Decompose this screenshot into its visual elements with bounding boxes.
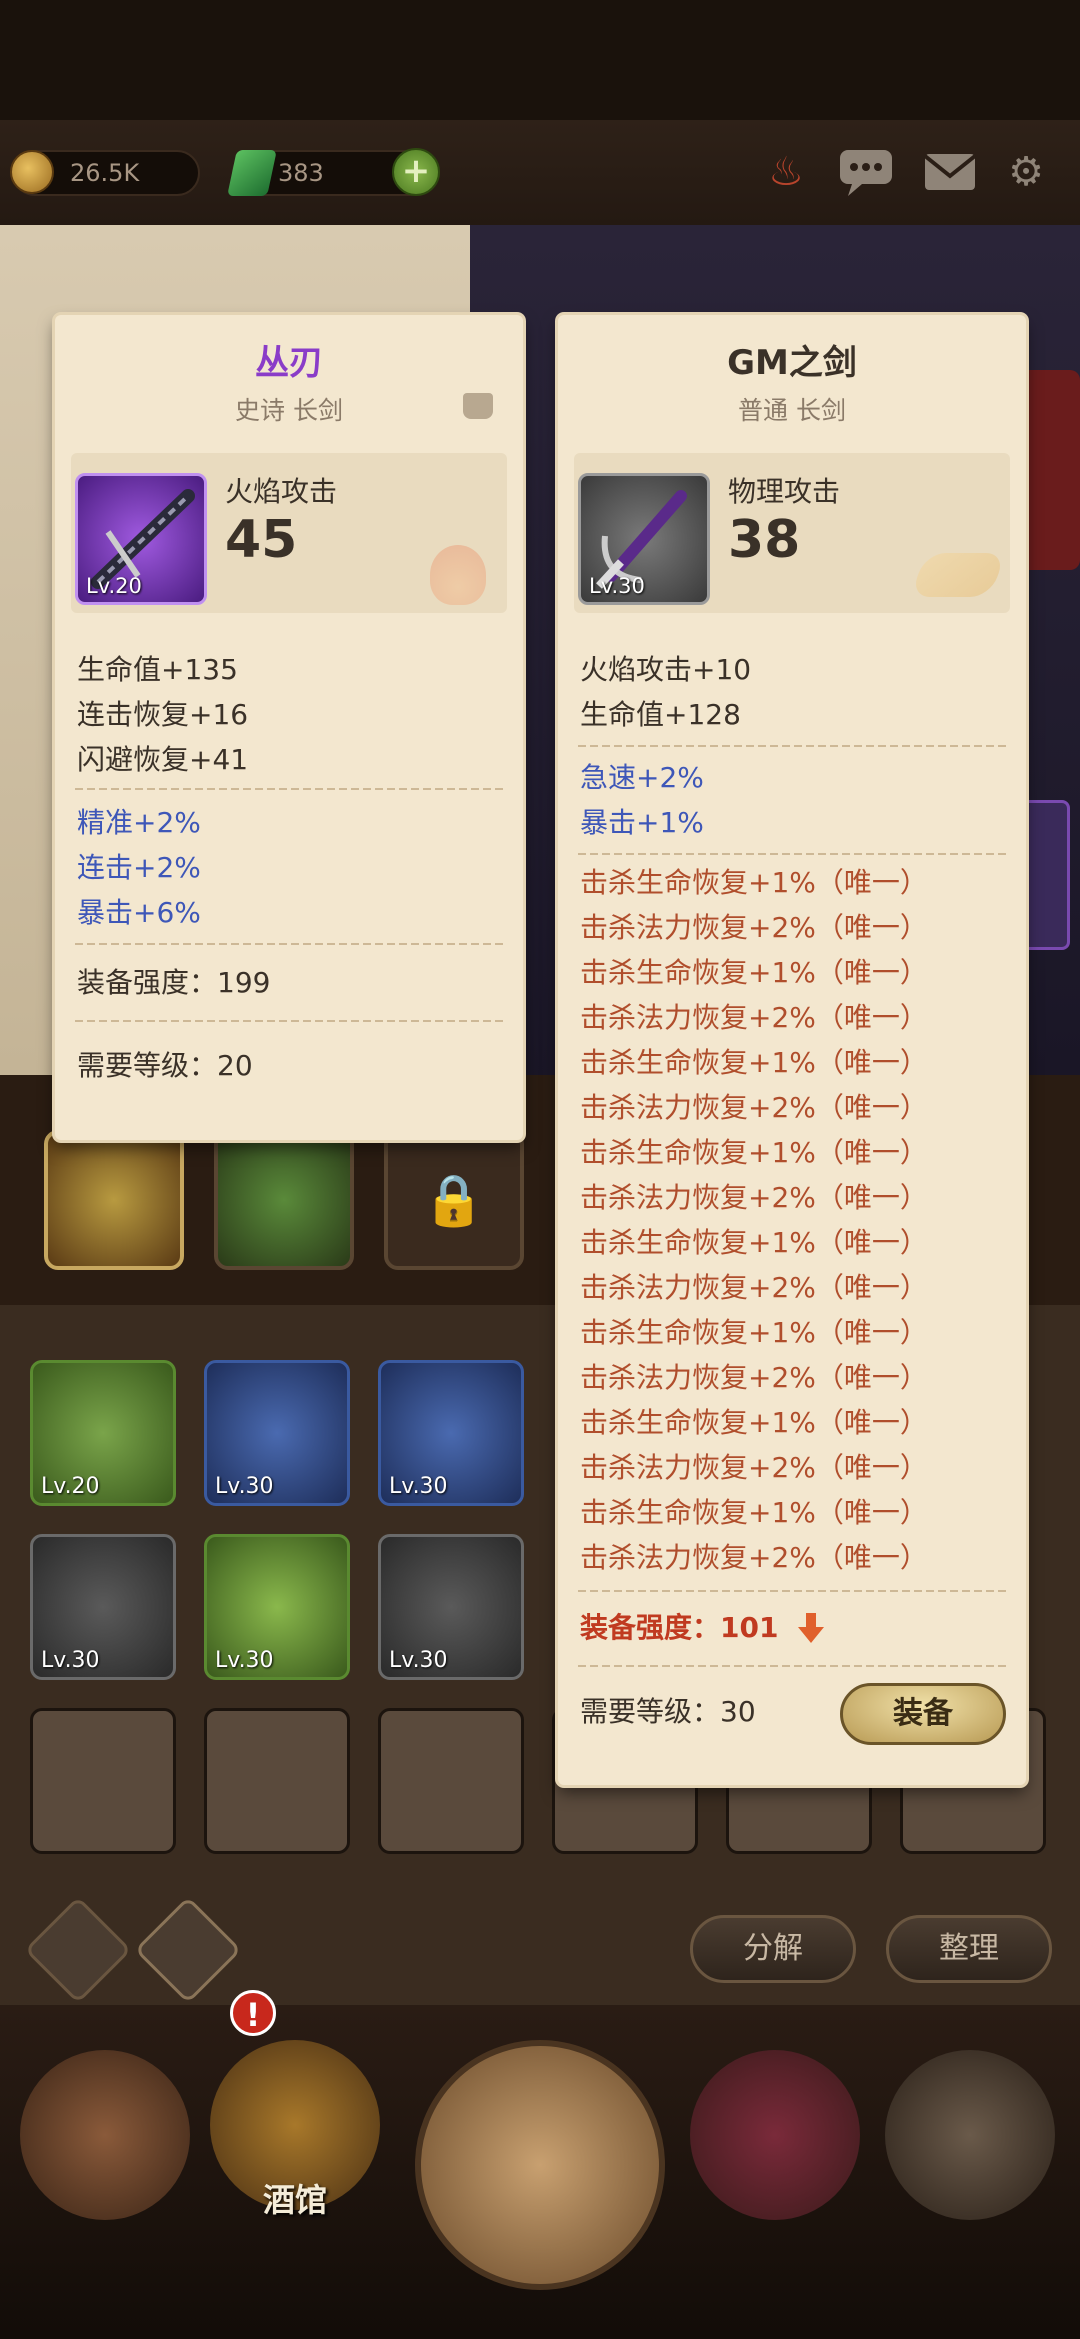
- divider: [75, 1020, 503, 1022]
- unique-stat: 击杀生命恢复+1%（唯一）: [580, 866, 928, 899]
- item-level: Lv.20: [86, 574, 142, 598]
- fire-element-icon: [430, 545, 486, 605]
- empty-inventory-slot[interactable]: [378, 1708, 524, 1854]
- nav-town-icon[interactable]: [20, 2050, 190, 2220]
- locked-hero-slot: 🔒: [384, 1130, 524, 1270]
- inventory-slot[interactable]: Lv.30: [204, 1360, 350, 1506]
- inventory-slot[interactable]: Lv.30: [378, 1360, 524, 1506]
- inventory-slot[interactable]: Lv.30: [30, 1534, 176, 1680]
- gem-amount: 383: [278, 159, 324, 187]
- base-stat: 闪避恢复+41: [77, 743, 249, 776]
- unique-stat: 击杀法力恢复+2%（唯一）: [580, 1271, 928, 1304]
- unique-stat: 击杀生命恢复+1%（唯一）: [580, 1226, 928, 1259]
- compared-item-card: GM之剑 普通 长剑 Lv.30 物理攻击 38 火焰攻击+10 生命值+128…: [558, 315, 1026, 1785]
- unique-stat: 击杀生命恢复+1%（唯一）: [580, 1046, 928, 1079]
- slot-level: Lv.30: [389, 1474, 448, 1499]
- main-stat-value: 45: [225, 510, 298, 570]
- helmet-icon: [463, 393, 493, 419]
- slot-level: Lv.20: [41, 1474, 100, 1499]
- empty-inventory-slot[interactable]: [204, 1708, 350, 1854]
- unique-stat: 击杀法力恢复+2%（唯一）: [580, 911, 928, 944]
- unique-stat: 击杀生命恢复+1%（唯一）: [580, 1136, 928, 1169]
- divider: [578, 745, 1006, 747]
- slot-level: Lv.30: [389, 1648, 448, 1673]
- main-stat-value: 38: [728, 510, 801, 570]
- divider: [578, 1590, 1006, 1592]
- unique-stat: 击杀生命恢复+1%（唯一）: [580, 1316, 928, 1349]
- item-level: Lv.30: [589, 574, 645, 598]
- nav-adventure-icon[interactable]: [415, 2040, 665, 2290]
- divider: [75, 788, 503, 790]
- gold-amount: 26.5K: [70, 159, 140, 187]
- base-stat: 火焰攻击+10: [580, 653, 752, 686]
- item-subtitle: 史诗 长剑: [235, 396, 343, 425]
- equipped-item-card: 丛刃 史诗 长剑 Lv.20 火焰攻击 45 生命值+135 连击恢复+16 闪…: [55, 315, 523, 1140]
- bonus-stat: 精准+2%: [77, 806, 201, 839]
- nav-shop-icon[interactable]: [690, 2050, 860, 2220]
- unique-stat: 击杀法力恢复+2%（唯一）: [580, 1181, 928, 1214]
- base-stat: 生命值+128: [580, 698, 741, 731]
- sort-button[interactable]: 整理: [886, 1915, 1052, 1983]
- bonus-stat: 连击+2%: [77, 851, 201, 884]
- unique-stat: 击杀法力恢复+2%（唯一）: [580, 1541, 928, 1574]
- unique-stat: 击杀法力恢复+2%（唯一）: [580, 1001, 928, 1034]
- bonus-stat: 暴击+6%: [77, 896, 201, 929]
- slot-level: Lv.30: [41, 1648, 100, 1673]
- gold-coin-icon: [10, 150, 54, 194]
- bonus-stat: 急速+2%: [580, 761, 704, 794]
- item-icon: Lv.30: [578, 473, 710, 605]
- equip-button[interactable]: 装备: [840, 1683, 1006, 1745]
- inventory-slot[interactable]: Lv.30: [378, 1534, 524, 1680]
- item-name: 丛刃: [255, 343, 323, 383]
- base-stat: 连击恢复+16: [77, 698, 249, 731]
- item-icon: Lv.20: [75, 473, 207, 605]
- decompose-button[interactable]: 分解: [690, 1915, 856, 1983]
- unique-stat: 击杀生命恢复+1%（唯一）: [580, 1496, 928, 1529]
- slot-level: Lv.30: [215, 1648, 274, 1673]
- required-level: 需要等级：30: [580, 1695, 756, 1728]
- bonus-stat: 暴击+1%: [580, 806, 704, 839]
- tavern-alert-badge: !: [230, 1990, 276, 2036]
- inventory-slot[interactable]: Lv.20: [30, 1360, 176, 1506]
- unique-stat: 击杀法力恢复+2%（唯一）: [580, 1451, 928, 1484]
- unique-stat: 击杀生命恢复+1%（唯一）: [580, 1406, 928, 1439]
- mail-icon[interactable]: [922, 146, 978, 198]
- empty-inventory-slot[interactable]: [30, 1708, 176, 1854]
- settings-gear-icon[interactable]: ⚙: [998, 146, 1054, 198]
- chat-icon[interactable]: [838, 146, 894, 198]
- slot-level: Lv.30: [215, 1474, 274, 1499]
- item-name: GM之剑: [727, 343, 857, 383]
- base-stat: 生命值+135: [77, 653, 238, 686]
- main-stat-name: 物理攻击: [728, 475, 841, 508]
- hero-portrait-rogue[interactable]: [214, 1130, 354, 1270]
- item-subtitle: 普通 长剑: [738, 396, 846, 425]
- divider: [75, 943, 503, 945]
- required-level: 需要等级：20: [77, 1049, 253, 1082]
- equipment-power: 装备强度：101: [580, 1611, 779, 1644]
- divider: [578, 853, 1006, 855]
- unique-stat: 击杀生命恢复+1%（唯一）: [580, 956, 928, 989]
- divider: [578, 1665, 1006, 1667]
- main-stat-name: 火焰攻击: [225, 475, 338, 508]
- nav-forge-icon[interactable]: [885, 2050, 1055, 2220]
- nav-tavern-label: 酒馆: [262, 2181, 327, 2219]
- unique-stat: 击杀法力恢复+2%（唯一）: [580, 1361, 928, 1394]
- power-down-arrow-icon: [798, 1613, 824, 1643]
- inventory-slot[interactable]: Lv.30: [204, 1534, 350, 1680]
- add-gems-button[interactable]: +: [392, 148, 440, 196]
- equipment-power: 装备强度：199: [77, 966, 271, 999]
- horn-icon[interactable]: ♨: [758, 146, 814, 198]
- unique-stat: 击杀法力恢复+2%（唯一）: [580, 1091, 928, 1124]
- hero-portrait-knight[interactable]: [44, 1130, 184, 1270]
